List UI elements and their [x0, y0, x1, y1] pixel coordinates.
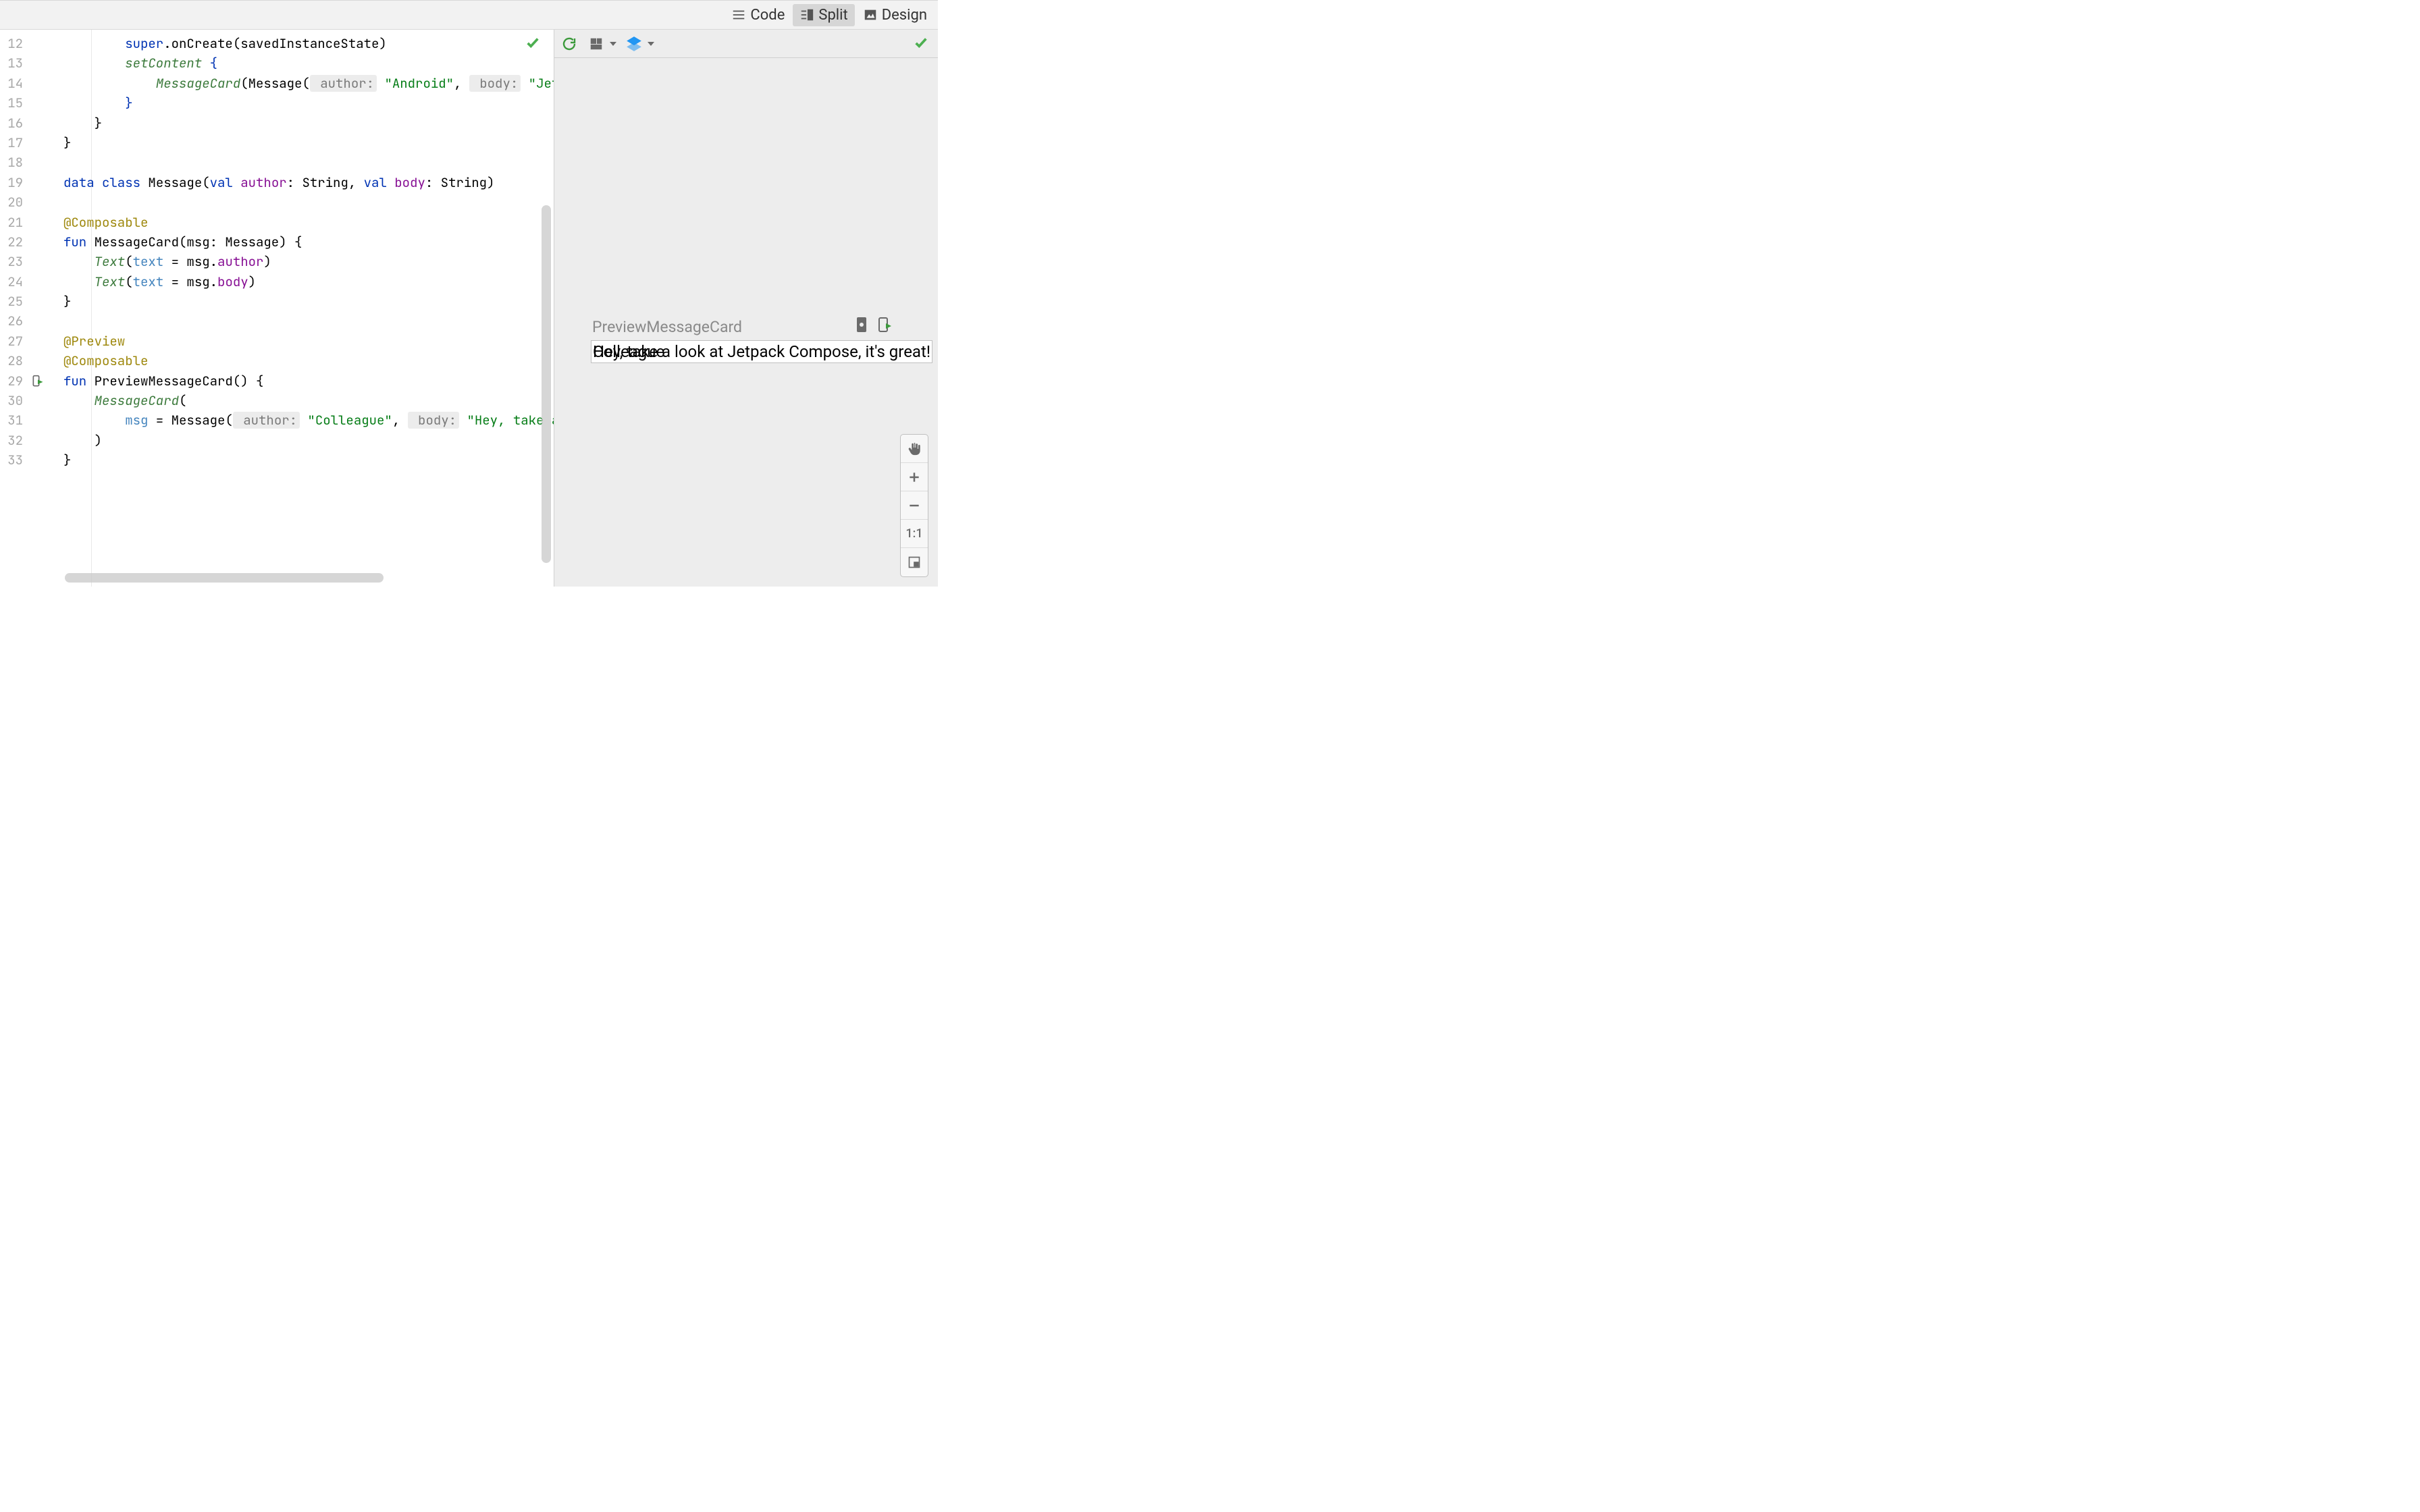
code-line[interactable]: }	[63, 292, 554, 311]
main-split: 1213141516171819202122232425262728293031…	[0, 30, 938, 587]
code-line[interactable]: )	[63, 431, 554, 450]
line-number: 27	[0, 331, 50, 351]
code-line[interactable]	[63, 153, 554, 172]
line-number: 19	[0, 173, 50, 192]
preview-text-author: Colleague	[593, 342, 664, 361]
line-number: 17	[0, 133, 50, 153]
code-line[interactable]: }	[63, 133, 554, 153]
code-line[interactable]: fun MessageCard(msg: Message) {	[63, 232, 554, 252]
deploy-preview-icon[interactable]	[876, 317, 893, 333]
preview-ok-icon[interactable]	[914, 35, 928, 53]
split-icon	[799, 7, 814, 22]
view-mode-code-label: Code	[750, 7, 785, 24]
preview-actions	[853, 317, 893, 333]
code-line[interactable]: data class Message(val author: String, v…	[63, 173, 554, 192]
code-line[interactable]: }	[63, 93, 554, 113]
view-mode-design-label: Design	[882, 7, 927, 24]
chevron-down-icon[interactable]	[648, 37, 654, 50]
vertical-scrollbar[interactable]	[542, 205, 551, 563]
line-number: 32	[0, 431, 50, 450]
code-line[interactable]: Text(text = msg.body)	[63, 272, 554, 292]
view-mode-design[interactable]: Design	[856, 4, 934, 26]
line-number: 31	[0, 410, 50, 430]
code-line[interactable]: @Composable	[63, 351, 554, 371]
zoom-controls: 1:1	[900, 434, 928, 577]
line-number: 23	[0, 252, 50, 271]
chevron-down-icon[interactable]	[610, 37, 616, 50]
code-line[interactable]: MessageCard(	[63, 391, 554, 410]
pan-tool-button[interactable]	[901, 435, 928, 463]
layers-icon[interactable]	[625, 34, 643, 53]
view-mode-split[interactable]: Split	[793, 4, 854, 26]
line-number: 22	[0, 232, 50, 252]
zoom-reset-button[interactable]: 1:1	[901, 520, 928, 548]
zoom-reset-label: 1:1	[905, 526, 922, 541]
code-line[interactable]: msg = Message( author: "Colleague", body…	[63, 410, 554, 430]
zoom-in-button[interactable]	[901, 463, 928, 491]
code-line[interactable]: super.onCreate(savedInstanceState)	[63, 34, 554, 53]
code-line[interactable]: @Preview	[63, 331, 554, 351]
code-line[interactable]: @Composable	[63, 213, 554, 232]
line-number: 18	[0, 153, 50, 172]
view-mode-code[interactable]: Code	[725, 4, 791, 26]
code-line[interactable]: }	[63, 113, 554, 133]
code-line[interactable]: MessageCard(Message( author: "Android", …	[63, 74, 554, 93]
preview-toolbar	[554, 30, 938, 58]
list-icon	[731, 7, 746, 22]
line-number: 13	[0, 53, 50, 73]
view-mode-toolbar: Code Split Design	[0, 0, 938, 30]
line-number: 33	[0, 450, 50, 470]
line-number: 20	[0, 192, 50, 212]
preview-render-surface[interactable]: Hey, take a look at Jetpack Compose, it'…	[591, 340, 932, 363]
line-number: 29	[0, 371, 50, 391]
view-mode-split-label: Split	[818, 7, 847, 24]
zoom-fit-button[interactable]	[901, 548, 928, 576]
line-number: 14	[0, 74, 50, 93]
line-number: 12	[0, 34, 50, 53]
preview-composable-name: PreviewMessageCard	[592, 318, 742, 336]
code-line[interactable]: Text(text = msg.author)	[63, 252, 554, 271]
code-line[interactable]: }	[63, 450, 554, 470]
line-number: 15	[0, 93, 50, 113]
code-editor-pane[interactable]: 1213141516171819202122232425262728293031…	[0, 30, 554, 587]
preview-pane: PreviewMessageCard Hey, take a look at J…	[554, 30, 938, 587]
line-number: 30	[0, 391, 50, 410]
line-number: 26	[0, 311, 50, 331]
line-number: 16	[0, 113, 50, 133]
code-line[interactable]	[63, 192, 554, 212]
code-line[interactable]: fun PreviewMessageCard() {	[63, 371, 554, 391]
line-number-gutter: 1213141516171819202122232425262728293031…	[0, 30, 50, 587]
zoom-out-button[interactable]	[901, 491, 928, 520]
refresh-icon[interactable]	[560, 34, 579, 53]
inspection-ok-icon[interactable]	[525, 35, 540, 53]
line-number: 28	[0, 351, 50, 371]
horizontal-scrollbar[interactable]	[65, 573, 384, 583]
code-line[interactable]: setContent {	[63, 53, 554, 73]
preview-canvas[interactable]: PreviewMessageCard Hey, take a look at J…	[554, 58, 938, 587]
image-icon	[863, 7, 878, 22]
line-number: 21	[0, 213, 50, 232]
line-number: 24	[0, 272, 50, 292]
code-line[interactable]	[63, 311, 554, 331]
code-area[interactable]: super.onCreate(savedInstanceState) setCo…	[50, 30, 554, 470]
line-number: 25	[0, 292, 50, 311]
interactive-preview-icon[interactable]	[853, 317, 870, 333]
surface-icon[interactable]	[587, 34, 606, 53]
